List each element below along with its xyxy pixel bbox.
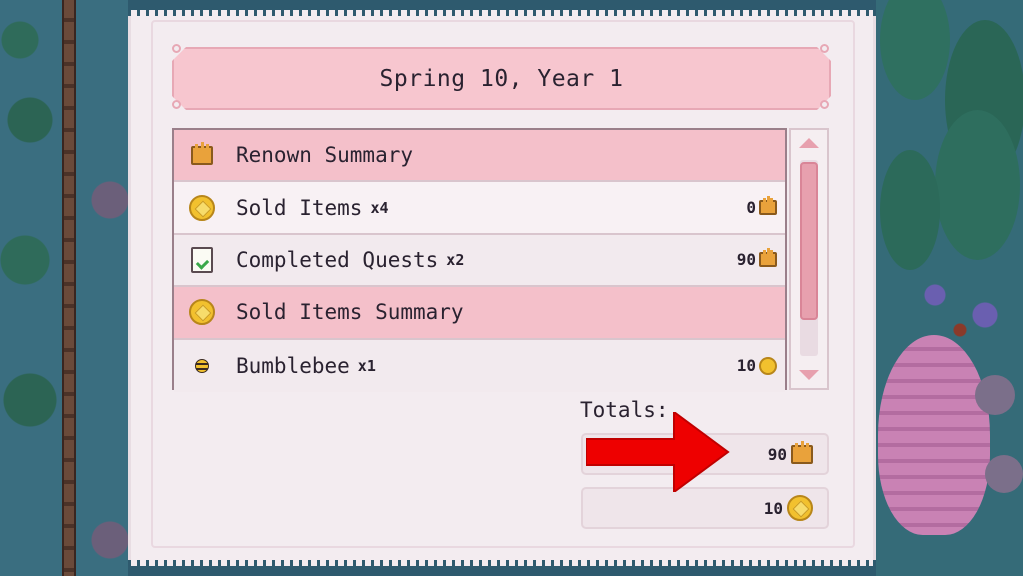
date-title: Spring 10, Year 1 [379,65,624,92]
coin-icon [188,298,216,326]
quest-paper-icon [188,246,216,274]
rock [985,455,1023,493]
gold-amount: 10 [736,356,756,376]
red-arrow-icon [586,412,730,492]
row-quantity: x4 [370,198,389,217]
row-label: Bumblebee [236,353,350,378]
banner-corner-dot [172,100,181,109]
list-section-header-renown: Renown Summary [174,130,785,183]
rock [975,375,1015,415]
list-section-header-sold-items: Sold Items Summary [174,287,785,340]
crown-icon [759,196,777,216]
tree [935,110,1020,260]
scroll-thumb[interactable] [800,162,818,320]
row-value: 90 [737,235,777,285]
banner-corner-dot [172,44,181,53]
total-gold-box: 10 [581,487,829,529]
wooden-fence [62,0,76,576]
crown-icon [188,141,216,169]
coin-icon [759,356,777,375]
tree [880,150,940,270]
renown-amount: 90 [736,250,756,270]
banner-corner-dot [820,44,829,53]
banner-corner-dot [820,100,829,109]
total-renown-value: 90 [767,444,787,464]
row-value: 0 [746,182,777,232]
renown-amount: 0 [746,198,756,218]
total-gold-value: 10 [763,498,783,518]
scroll-up-arrow-icon[interactable] [799,138,819,148]
crown-icon [759,248,777,268]
crown-icon [791,440,813,464]
pink-tree [878,335,990,535]
list-scrollbar[interactable] [789,128,829,390]
bumblebee-icon [188,352,216,380]
list-item[interactable]: Completed Quests x2 90 [174,234,785,288]
list-item[interactable]: Bumblebee x1 10 [174,339,785,392]
coin-icon [188,194,216,222]
row-label: Sold Items Summary [236,300,464,325]
row-label: Renown Summary [236,143,414,168]
row-value: 10 [737,340,777,392]
summary-list[interactable]: Renown Summary Sold Items x4 0 Completed… [172,128,787,392]
date-banner: Spring 10, Year 1 [172,47,831,110]
row-quantity: x2 [446,250,465,269]
coin-icon [787,495,813,521]
scroll-down-arrow-icon[interactable] [799,370,819,380]
row-quantity: x1 [357,356,376,375]
list-item[interactable]: Sold Items x4 0 [174,182,785,235]
row-label: Sold Items [236,195,363,220]
row-label: Completed Quests [236,247,439,272]
